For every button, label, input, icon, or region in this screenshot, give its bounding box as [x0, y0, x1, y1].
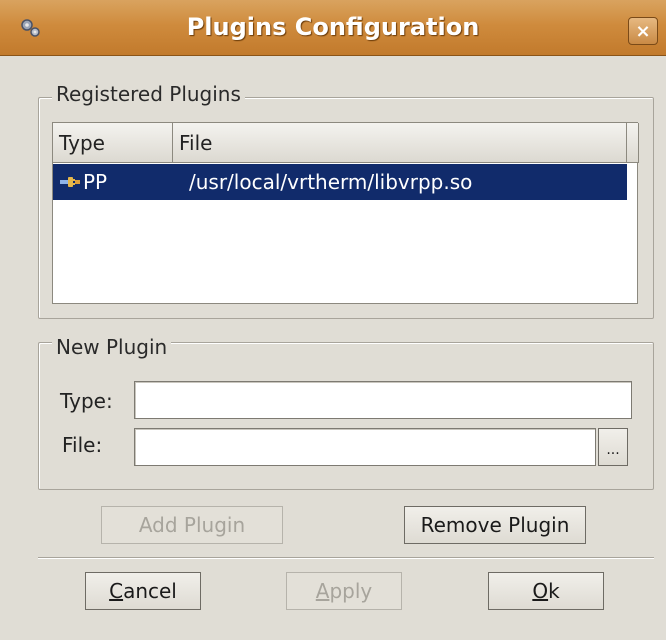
new-plugin-title: New Plugin: [52, 335, 172, 359]
row-file-cell: /usr/local/vrtherm/libvrpp.so: [189, 170, 473, 194]
close-button[interactable]: ×: [628, 17, 658, 45]
ok-mnemonic: O: [532, 579, 549, 603]
list-header: Type File: [53, 123, 639, 163]
remove-plugin-button[interactable]: Remove Plugin: [404, 506, 586, 544]
cancel-mnemonic: C: [109, 579, 124, 603]
row-type-cell: PP: [83, 170, 108, 194]
type-label: Type:: [60, 389, 113, 413]
separator: [38, 557, 654, 559]
cancel-label: ancel: [123, 579, 177, 603]
ok-label: k: [548, 579, 560, 603]
column-file[interactable]: File: [173, 123, 627, 163]
type-input[interactable]: [134, 381, 632, 419]
file-input[interactable]: [134, 428, 596, 466]
list-row[interactable]: PP /usr/local/vrtherm/libvrpp.so: [53, 164, 627, 200]
apply-label: pply: [329, 579, 373, 603]
apply-button[interactable]: Apply: [286, 572, 402, 610]
plugin-icon: [60, 177, 80, 187]
add-plugin-button[interactable]: Add Plugin: [101, 506, 283, 544]
column-type[interactable]: Type: [53, 123, 173, 163]
registered-plugins-title: Registered Plugins: [52, 82, 245, 106]
plugins-list[interactable]: Type File PP /usr/local/vrtherm/libvrpp.…: [52, 122, 639, 304]
plugins-dialog: Plugins Configuration × Registered Plugi…: [0, 0, 666, 640]
column-filler: [627, 123, 639, 163]
file-label: File:: [62, 433, 103, 457]
window-title: Plugins Configuration: [186, 13, 480, 41]
ok-button[interactable]: Ok: [488, 572, 604, 610]
title-bar[interactable]: Plugins Configuration ×: [0, 0, 666, 56]
cancel-button[interactable]: Cancel: [85, 572, 201, 610]
apply-mnemonic: A: [315, 579, 330, 603]
browse-button[interactable]: ...: [598, 428, 628, 466]
